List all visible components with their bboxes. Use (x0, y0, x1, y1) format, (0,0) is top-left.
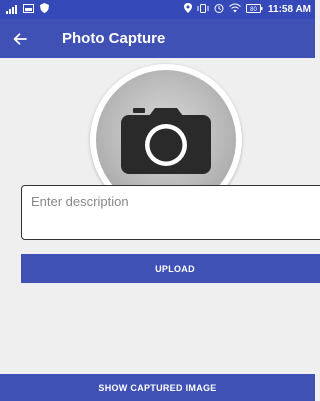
wifi-icon (229, 3, 241, 16)
description-input[interactable] (21, 185, 320, 240)
shield-icon (40, 3, 49, 16)
status-right-icons: 80 11:58 AM (184, 3, 311, 16)
vibrate-icon (197, 3, 209, 16)
status-time: 11:58 AM (268, 4, 311, 15)
status-bar: 80 11:58 AM (0, 0, 315, 19)
camera-icon (121, 108, 211, 174)
page-title: Photo Capture (62, 30, 166, 47)
arrow-back-icon (13, 32, 27, 45)
back-button[interactable] (0, 19, 40, 58)
screenshot-icon (23, 3, 34, 16)
app-bar: Photo Capture (0, 19, 315, 58)
show-captured-image-button[interactable]: SHOW CAPTURED IMAGE (0, 374, 315, 401)
status-left-icons (6, 3, 49, 16)
alarm-icon (214, 3, 224, 16)
location-icon (184, 3, 193, 16)
battery-icon: 80 (246, 3, 263, 16)
signal-icon (6, 5, 17, 14)
battery-level: 80 (250, 7, 257, 13)
upload-button[interactable]: UPLOAD (21, 254, 320, 283)
